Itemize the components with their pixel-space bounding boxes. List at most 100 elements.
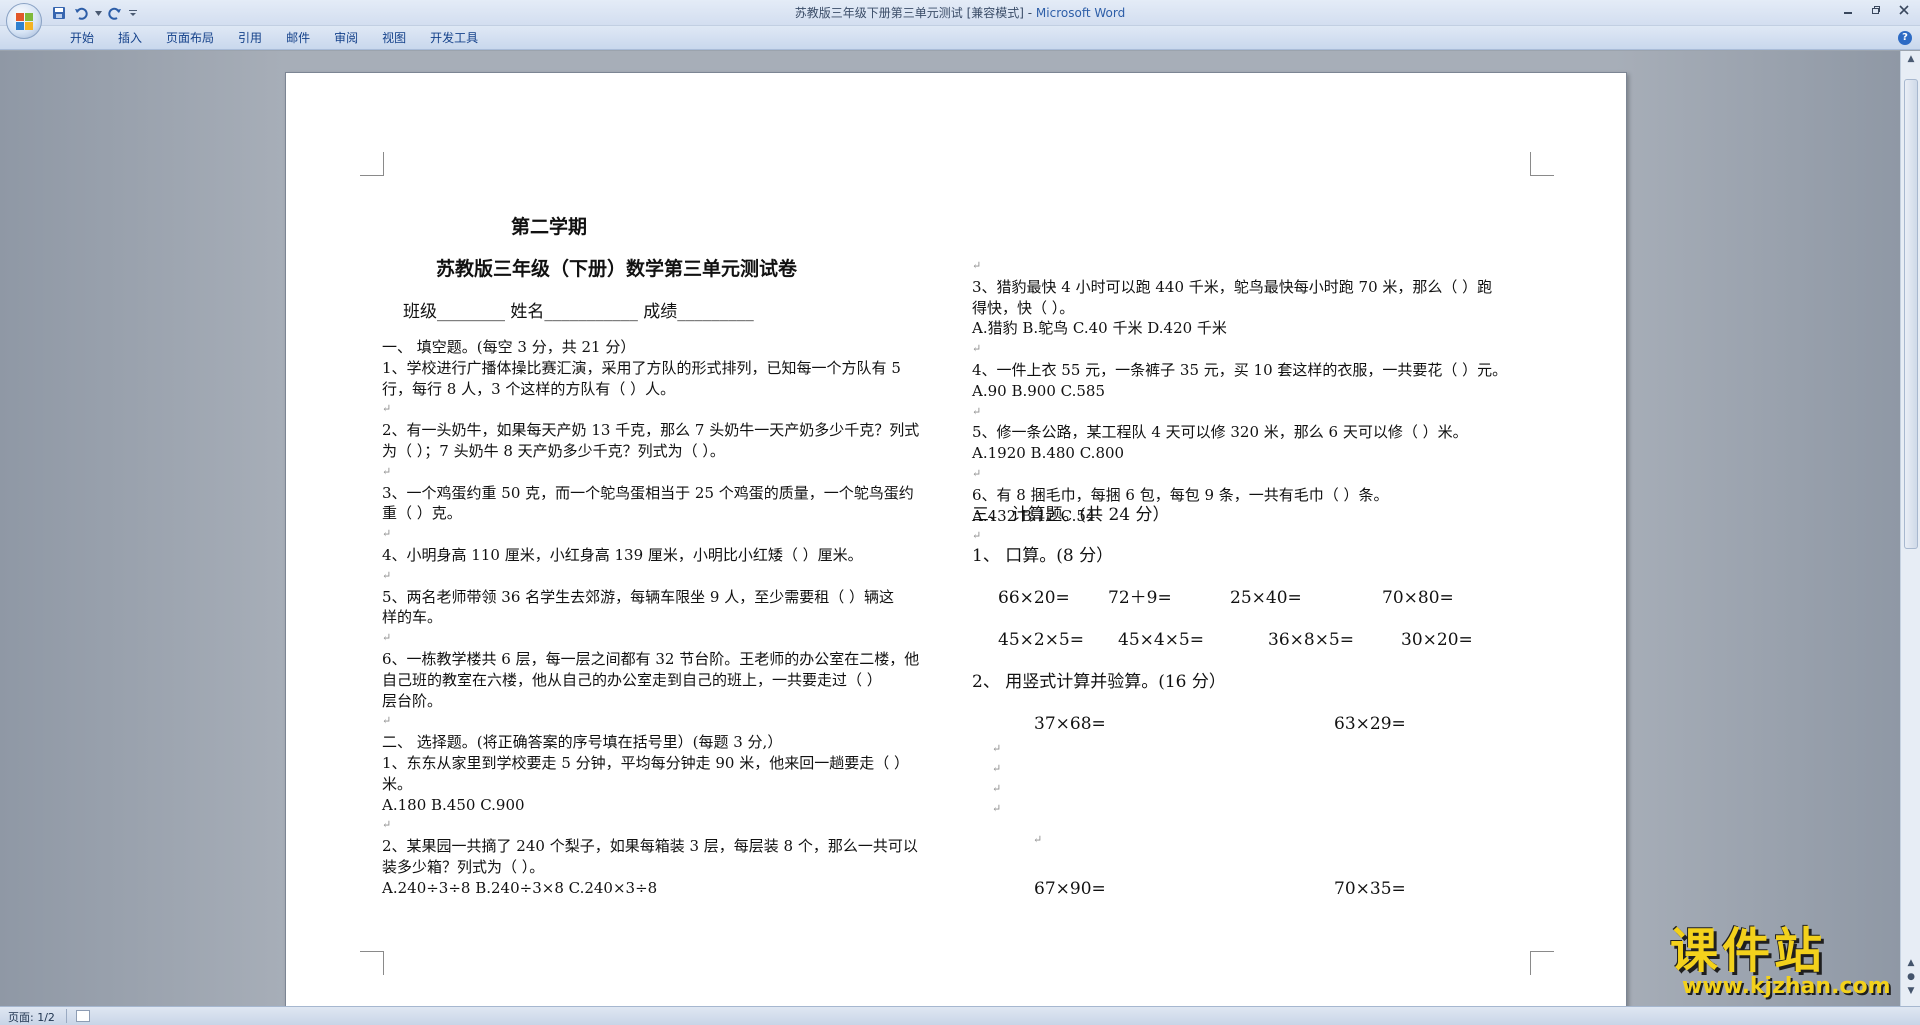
crop-mark-bottom-right	[1530, 951, 1554, 975]
paragraph-mark: ↵	[382, 402, 392, 416]
browse-object-icon[interactable]: ●	[1905, 971, 1917, 983]
question-line: 行，每行 8 人，3 个这样的方队有（ ）人。	[382, 379, 676, 398]
paragraph-mark: ↵	[972, 342, 982, 356]
question-line: A.90 B.900 C.585	[972, 381, 1105, 400]
window-controls	[1834, 0, 1918, 22]
document-title: 苏教版三年级下册第三单元测试 [兼容模式] -	[794, 6, 1036, 20]
vertical-calc-item: 37×68=	[1034, 714, 1106, 734]
previous-page-icon[interactable]: ▲	[1905, 957, 1917, 969]
exam-title: 苏教版三年级（下册）数学第三单元测试卷	[436, 258, 798, 280]
tab-references[interactable]: 引用	[226, 26, 274, 50]
ribbon: 开始 插入 页面布局 引用 邮件 审阅 视图 开发工具 ?	[0, 26, 1920, 50]
question-line: 5、修一条公路，某工程队 4 天可以修 320 米，那么 6 天可以修（ ）米。	[972, 423, 1468, 442]
title-bar: 苏教版三年级下册第三单元测试 [兼容模式] - Microsoft Word	[0, 0, 1920, 26]
question-line: A.240÷3÷8 B.240÷3×8 C.240×3÷8	[382, 878, 658, 897]
question-line: 米。	[382, 774, 413, 793]
oral-calc-item: 36×8×5=	[1268, 630, 1354, 650]
paragraph-mark: ↵	[382, 568, 392, 582]
paragraph-mark: ↵	[1033, 833, 1043, 846]
question-line: 3、一个鸡蛋约重 50 克，而一个鸵鸟蛋相当于 25 个鸡蛋的质量，一个鸵鸟蛋约	[382, 483, 914, 502]
question-line: 装多少箱？列式为（ ）。	[382, 858, 545, 876]
paragraph-mark: ↵	[992, 742, 1002, 755]
scroll-up-icon[interactable]: ▲	[1901, 51, 1920, 67]
paragraph-mark: ↵	[972, 467, 982, 480]
vertical-calc-item: 63×29=	[1334, 714, 1406, 734]
question-line: A.432 B.12 C.54	[972, 506, 1096, 525]
paragraph-mark: ↵	[992, 802, 1002, 815]
oral-calc-item: 45×2×5=	[998, 630, 1084, 650]
crop-mark-bottom-left	[360, 951, 384, 975]
question-line: 得快，快（ ）。	[972, 298, 1075, 317]
office-button[interactable]	[6, 3, 42, 39]
tab-home[interactable]: 开始	[58, 26, 106, 50]
question-line: 层台阶。	[382, 691, 443, 710]
help-icon[interactable]: ?	[1898, 31, 1912, 45]
vertical-calc-item: 70×35=	[1334, 879, 1406, 899]
status-separator	[66, 1009, 67, 1023]
tab-mailings[interactable]: 邮件	[274, 26, 322, 50]
oral-calc-item: 72＋9=	[1108, 588, 1172, 608]
question-line: 1、学校进行广播体操比赛汇演，采用了方队的形式排列，已知每一个方队有 5	[382, 358, 901, 377]
app-name: Microsoft Word	[1035, 6, 1126, 20]
question-line: A.1920 B.480 C.800	[972, 444, 1125, 463]
paragraph-mark: ↵	[992, 762, 1002, 775]
paragraph-mark: ↵	[972, 529, 982, 543]
status-bar: 页面: 1/2	[0, 1006, 1920, 1025]
oral-calc-item: 66×20=	[998, 588, 1070, 608]
question-line: 为（ ）；7 头奶牛 8 天产奶多少千克？列式为（ ）。	[382, 442, 725, 460]
oral-calc-item: 45×4×5=	[1118, 630, 1204, 650]
oral-calc-title: 1、 口算。(8 分）	[972, 546, 1114, 566]
restore-icon[interactable]	[1862, 0, 1890, 20]
question-line: 6、一栋教学楼共 6 层，每一层之间都有 32 节台阶。王老师的办公室在二楼，他	[382, 650, 920, 668]
question-line: A.猎豹 B.鸵鸟 C.40 千米 D.420 千米	[972, 319, 1227, 338]
question-line: 重（ ）克。	[382, 504, 462, 523]
watermark-url: www.kjzhan.com	[1682, 974, 1891, 999]
minimize-icon[interactable]	[1834, 0, 1862, 20]
tab-view[interactable]: 视图	[370, 26, 418, 50]
question-line: 一、 填空题。(每空 3 分，共 21 分）	[382, 338, 636, 356]
question-line: 2、某果园一共摘了 240 个梨子，如果每箱装 3 层，每层装 8 个，那么一共…	[382, 837, 918, 856]
ribbon-tabs: 开始 插入 页面布局 引用 邮件 审阅 视图 开发工具	[58, 26, 490, 50]
tab-insert[interactable]: 插入	[106, 26, 154, 50]
oral-calc-item: 70×80=	[1382, 588, 1454, 608]
paragraph-mark: ↵	[382, 714, 392, 728]
question-line: 4、一件上衣 55 元，一条裤子 35 元，买 10 套这样的衣服，一共要花（ …	[972, 361, 1508, 379]
question-line: 自己班的教室在六楼，他从自己的办公室走到自己的班上，一共要走过（ ）	[382, 670, 882, 689]
question-line: 2、有一头奶牛，如果每天产奶 13 千克，那么 7 头奶牛一天产奶多少千克？列式	[382, 421, 920, 440]
close-icon[interactable]	[1890, 0, 1918, 20]
paragraph-mark: ↵	[382, 464, 392, 478]
question-line: 二、 选择题。(将正确答案的序号填在括号里）(每题 3 分,）	[382, 733, 783, 752]
question-line: 5、两名老师带领 36 名学生去郊游，每辆车限坐 9 人，至少需要租（ ）辆这	[382, 587, 895, 606]
office-logo-icon	[16, 13, 33, 30]
question-line: 4、小明身高 110 厘米，小红身高 139 厘米，小明比小红矮（ ）厘米。	[382, 546, 863, 564]
scrollbar-thumb[interactable]	[1904, 79, 1918, 549]
tab-developer[interactable]: 开发工具	[418, 26, 490, 50]
site-watermark: 课件站 www.kjzhan.com	[1668, 925, 1900, 1001]
vertical-calc-item: 67×90=	[1034, 879, 1106, 899]
vertical-scrollbar[interactable]: ▲ ▲ ● ▼	[1900, 51, 1920, 1006]
question-line: 1、东东从家里到学校要走 5 分钟，平均每分钟走 90 米，他来回一趟要走（ ）	[382, 754, 910, 772]
question-line: A.180 B.450 C.900	[382, 795, 525, 814]
paragraph-mark: ↵	[972, 259, 982, 272]
paragraph-mark: ↵	[382, 527, 392, 541]
vertical-calc-title: 2、 用竖式计算并验算。(16 分）	[972, 672, 1226, 692]
watermark-logo-text: 课件站	[1670, 923, 1827, 979]
student-info-line: 班级________ 姓名___________ 成绩_________	[403, 302, 754, 322]
paragraph-mark: ↵	[382, 631, 392, 645]
crop-mark-top-right	[1530, 152, 1554, 176]
page-counter[interactable]: 页面: 1/2	[8, 1009, 55, 1025]
paragraph-mark: ↵	[992, 782, 1002, 795]
document-page[interactable]: 第二学期 苏教版三年级（下册）数学第三单元测试卷 班级________ 姓名__…	[285, 72, 1627, 1006]
window-title: 苏教版三年级下册第三单元测试 [兼容模式] - Microsoft Word	[0, 0, 1920, 26]
next-page-icon[interactable]: ▼	[1905, 985, 1917, 997]
question-line: 6、有 8 捆毛巾，每捆 6 包，每包 9 条，一共有毛巾（ ）条。	[972, 485, 1389, 504]
tab-review[interactable]: 审阅	[322, 26, 370, 50]
macro-record-icon[interactable]	[76, 1010, 90, 1022]
oral-calc-item: 25×40=	[1230, 588, 1302, 608]
paragraph-mark: ↵	[382, 818, 392, 832]
tab-page-layout[interactable]: 页面布局	[154, 26, 226, 50]
semester-heading: 第二学期	[511, 216, 588, 238]
paragraph-mark: ↵	[972, 404, 982, 418]
document-workspace: 第二学期 苏教版三年级（下册）数学第三单元测试卷 班级________ 姓名__…	[0, 51, 1900, 1006]
question-line: 3、猎豹最快 4 小时可以跑 440 千米，鸵鸟最快每小时跑 70 米，那么（ …	[972, 277, 1493, 296]
